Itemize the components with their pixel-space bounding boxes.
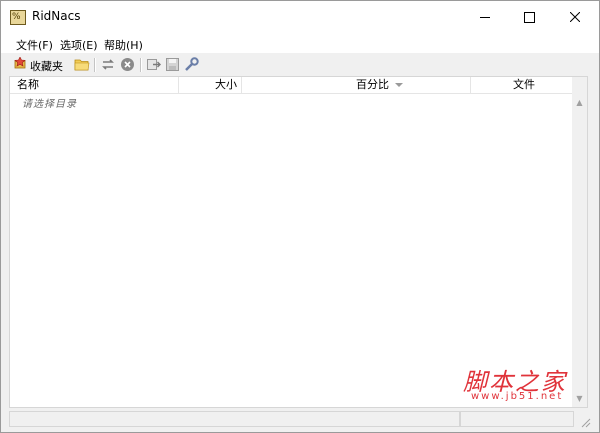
open-folder-icon[interactable] <box>74 57 90 72</box>
toolbar-separator <box>94 58 96 72</box>
column-divider[interactable] <box>241 77 242 93</box>
directory-list-view[interactable]: 名称 大小 百分比 文件 请选择目录 ▲ ▼ <box>9 76 588 408</box>
maximize-icon <box>524 11 535 23</box>
settings-wrench-icon[interactable] <box>184 57 200 72</box>
watermark-url: www.jb51.net <box>471 391 564 402</box>
close-button[interactable] <box>552 1 597 33</box>
ridnacs-app-icon: % <box>10 10 26 25</box>
column-header-files[interactable]: 文件 <box>513 77 535 93</box>
status-pane-main <box>9 411 460 427</box>
minimize-icon <box>479 16 490 18</box>
maximize-button[interactable] <box>507 1 552 33</box>
column-header-percent[interactable]: 百分比 <box>356 77 389 93</box>
status-bar <box>1 408 599 432</box>
close-icon <box>569 12 580 22</box>
toolbar: 收藏夹 <box>1 54 599 75</box>
sort-descending-icon <box>395 83 403 87</box>
column-header-size[interactable]: 大小 <box>215 77 237 93</box>
favorites-button[interactable]: 收藏夹 <box>14 56 78 73</box>
menu-file[interactable]: 文件(F) <box>16 37 53 53</box>
favorites-star-icon <box>14 57 26 69</box>
save-icon[interactable] <box>165 57 181 72</box>
refresh-icon[interactable] <box>100 57 116 72</box>
scroll-up-icon[interactable]: ▲ <box>572 94 587 110</box>
list-placeholder: 请选择目录 <box>22 99 77 110</box>
menu-bar: 文件(F) 选项(E) 帮助(H) <box>1 33 599 53</box>
app-window: % RidNacs 文件(F) 选项(E) 帮助(H) 收藏夹 名称 大小 百分… <box>0 0 600 433</box>
list-header: 名称 大小 百分比 文件 <box>10 77 572 94</box>
scroll-down-icon[interactable]: ▼ <box>572 390 587 406</box>
export-icon[interactable] <box>146 57 162 72</box>
column-divider[interactable] <box>178 77 179 93</box>
resize-grip-icon[interactable] <box>579 416 591 428</box>
favorites-label: 收藏夹 <box>30 60 63 73</box>
menu-options[interactable]: 选项(E) <box>60 37 98 53</box>
menu-help[interactable]: 帮助(H) <box>104 37 143 53</box>
stop-icon[interactable] <box>120 57 136 72</box>
toolbar-separator <box>140 58 142 72</box>
vertical-scrollbar[interactable]: ▲ ▼ <box>572 77 587 407</box>
title-bar[interactable]: % RidNacs <box>1 1 599 33</box>
window-title: RidNacs <box>32 9 81 23</box>
column-header-name[interactable]: 名称 <box>17 77 39 93</box>
column-divider[interactable] <box>470 77 471 93</box>
status-pane-secondary <box>460 411 574 427</box>
minimize-button[interactable] <box>462 1 507 33</box>
